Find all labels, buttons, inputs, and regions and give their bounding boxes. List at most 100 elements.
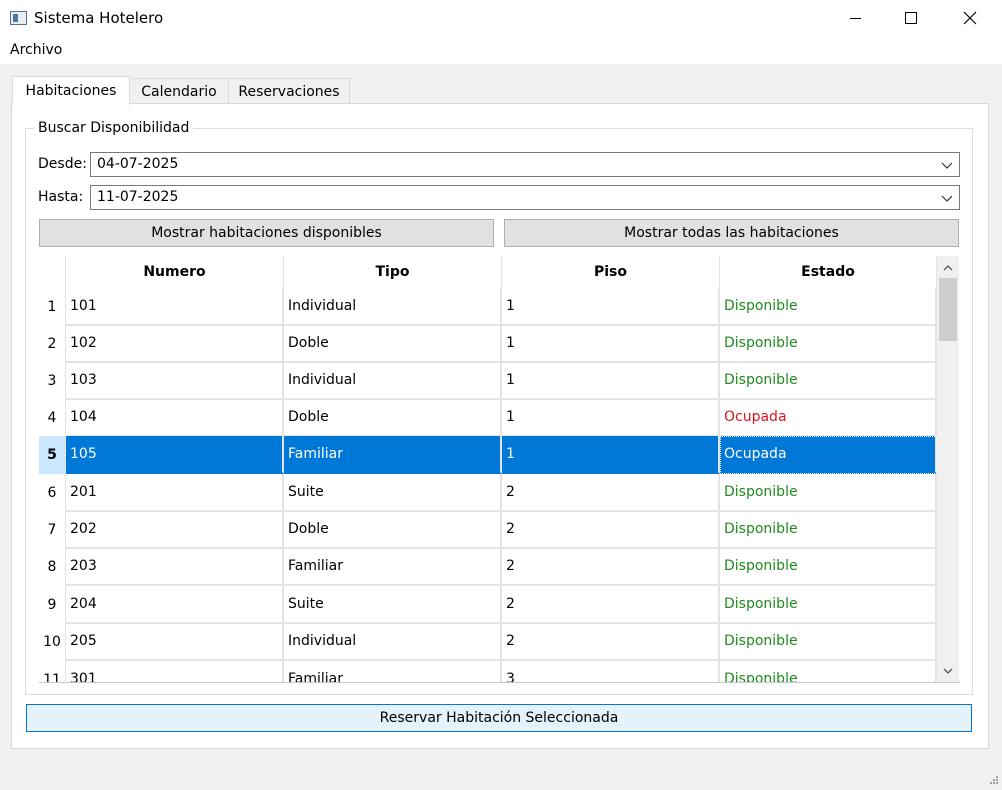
- row-header[interactable]: 6: [39, 474, 66, 512]
- cell-estado[interactable]: Disponible: [720, 623, 937, 661]
- cell-tipo[interactable]: Doble: [284, 399, 502, 437]
- cell-estado[interactable]: Ocupada: [720, 436, 937, 474]
- maximize-button[interactable]: [882, 0, 940, 36]
- show-available-button[interactable]: Mostrar habitaciones disponibles: [39, 219, 494, 247]
- minimize-button[interactable]: [826, 0, 884, 36]
- scroll-thumb[interactable]: [939, 278, 957, 341]
- row-header[interactable]: 4: [39, 399, 66, 437]
- cell-numero[interactable]: 301: [66, 661, 284, 682]
- row-header[interactable]: 11: [39, 661, 66, 682]
- table-row[interactable]: 5 105 Familiar 1 Ocupada: [39, 436, 937, 474]
- chevron-down-icon: [941, 162, 953, 169]
- table-row[interactable]: 1 101 Individual 1 Disponible: [39, 288, 937, 326]
- column-header-estado[interactable]: Estado: [720, 256, 937, 288]
- row-header[interactable]: 10: [39, 623, 66, 661]
- cell-piso[interactable]: 1: [502, 362, 720, 400]
- cell-estado[interactable]: Disponible: [720, 661, 937, 682]
- row-header[interactable]: 2: [39, 325, 66, 363]
- cell-tipo[interactable]: Familiar: [284, 548, 502, 586]
- scroll-up-button[interactable]: [937, 258, 959, 278]
- cell-tipo[interactable]: Familiar: [284, 661, 502, 682]
- cell-piso[interactable]: 1: [502, 325, 720, 363]
- cell-numero[interactable]: 103: [66, 362, 284, 400]
- cell-tipo[interactable]: Individual: [284, 623, 502, 661]
- cell-tipo[interactable]: Suite: [284, 586, 502, 624]
- cell-numero[interactable]: 205: [66, 623, 284, 661]
- window-title: Sistema Hotelero: [34, 9, 164, 27]
- cell-numero[interactable]: 101: [66, 288, 284, 326]
- row-header[interactable]: 9: [39, 586, 66, 624]
- cell-tipo[interactable]: Doble: [284, 511, 502, 549]
- cell-numero[interactable]: 104: [66, 399, 284, 437]
- search-group-title: Buscar Disponibilidad: [34, 120, 194, 136]
- cell-estado[interactable]: Disponible: [720, 511, 937, 549]
- cell-numero[interactable]: 202: [66, 511, 284, 549]
- cell-piso[interactable]: 2: [502, 586, 720, 624]
- tab-habitaciones[interactable]: Habitaciones: [12, 76, 130, 105]
- cell-piso[interactable]: 2: [502, 548, 720, 586]
- table-row[interactable]: 4 104 Doble 1 Ocupada: [39, 399, 937, 437]
- row-header[interactable]: 3: [39, 362, 66, 400]
- cell-numero[interactable]: 203: [66, 548, 284, 586]
- app-icon: [10, 11, 27, 25]
- cell-piso[interactable]: 3: [502, 661, 720, 682]
- cell-piso[interactable]: 1: [502, 288, 720, 326]
- cell-numero[interactable]: 102: [66, 325, 284, 363]
- table-row[interactable]: 3 103 Individual 1 Disponible: [39, 362, 937, 400]
- cell-piso[interactable]: 2: [502, 623, 720, 661]
- tab-calendario[interactable]: Calendario: [129, 78, 229, 104]
- show-all-button[interactable]: Mostrar todas las habitaciones: [504, 219, 959, 247]
- vertical-scrollbar[interactable]: [937, 256, 959, 682]
- cell-estado[interactable]: Disponible: [720, 288, 937, 326]
- column-header-piso[interactable]: Piso: [502, 256, 720, 288]
- close-icon: [963, 11, 977, 25]
- grid-corner: [39, 256, 66, 288]
- from-date-value: 04-07-2025: [97, 156, 179, 172]
- row-header[interactable]: 1: [39, 288, 66, 326]
- column-header-tipo[interactable]: Tipo: [284, 256, 502, 288]
- cell-tipo[interactable]: Individual: [284, 288, 502, 326]
- table-row[interactable]: 7 202 Doble 2 Disponible: [39, 511, 937, 549]
- chevron-up-icon: [943, 265, 953, 271]
- cell-tipo[interactable]: Individual: [284, 362, 502, 400]
- cell-numero[interactable]: 105: [66, 436, 284, 474]
- cell-numero[interactable]: 204: [66, 586, 284, 624]
- cell-piso[interactable]: 1: [502, 436, 720, 474]
- reserve-selected-room-button[interactable]: Reservar Habitación Seleccionada: [26, 704, 972, 732]
- close-button[interactable]: [941, 0, 999, 36]
- from-date-picker[interactable]: 04-07-2025: [90, 152, 960, 177]
- row-header[interactable]: 7: [39, 511, 66, 549]
- row-header[interactable]: 5: [39, 436, 66, 474]
- table-row[interactable]: 10 205 Individual 2 Disponible: [39, 623, 937, 661]
- menu-archivo[interactable]: Archivo: [10, 42, 62, 58]
- cell-estado[interactable]: Ocupada: [720, 399, 937, 437]
- row-header[interactable]: 8: [39, 548, 66, 586]
- tab-reservaciones[interactable]: Reservaciones: [228, 78, 350, 104]
- cell-piso[interactable]: 2: [502, 474, 720, 512]
- cell-estado[interactable]: Disponible: [720, 586, 937, 624]
- cell-tipo[interactable]: Suite: [284, 474, 502, 512]
- to-date-picker[interactable]: 11-07-2025: [90, 185, 960, 210]
- cell-estado[interactable]: Disponible: [720, 474, 937, 512]
- cell-tipo[interactable]: Familiar: [284, 436, 502, 474]
- cell-estado[interactable]: Disponible: [720, 362, 937, 400]
- chevron-down-icon: [941, 195, 953, 202]
- cell-estado[interactable]: Disponible: [720, 548, 937, 586]
- table-row[interactable]: 8 203 Familiar 2 Disponible: [39, 548, 937, 586]
- table-row[interactable]: 11 301 Familiar 3 Disponible: [39, 661, 937, 682]
- cell-numero[interactable]: 201: [66, 474, 284, 512]
- from-label: Desde:: [38, 156, 87, 172]
- table-row[interactable]: 6 201 Suite 2 Disponible: [39, 474, 937, 512]
- cell-estado[interactable]: Disponible: [720, 325, 937, 363]
- to-date-value: 11-07-2025: [97, 189, 179, 205]
- rooms-grid[interactable]: Numero Tipo Piso Estado 1 101 Individual 1 D…: [39, 256, 960, 683]
- resize-grip-icon[interactable]: [987, 775, 999, 787]
- column-header-numero[interactable]: Numero: [66, 256, 284, 288]
- cell-piso[interactable]: 1: [502, 399, 720, 437]
- cell-tipo[interactable]: Doble: [284, 325, 502, 363]
- table-row[interactable]: 9 204 Suite 2 Disponible: [39, 586, 937, 624]
- scroll-down-button[interactable]: [937, 661, 959, 681]
- table-row[interactable]: 2 102 Doble 1 Disponible: [39, 325, 937, 363]
- grid-header: Numero Tipo Piso Estado: [39, 256, 937, 288]
- cell-piso[interactable]: 2: [502, 511, 720, 549]
